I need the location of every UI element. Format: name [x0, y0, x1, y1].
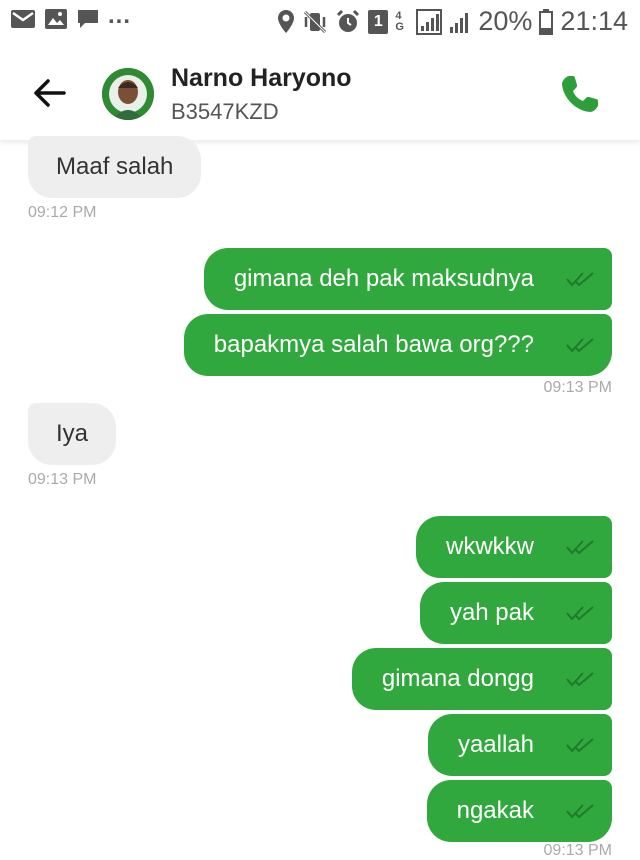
phone-call-icon[interactable] [558, 72, 602, 116]
location-icon [278, 9, 295, 33]
vehicle-plate: B3547KZD [171, 99, 279, 124]
message-timestamp: 09:13 PM [543, 379, 612, 396]
read-ticks-icon [566, 338, 594, 353]
email-icon [11, 10, 35, 28]
alarm-icon [337, 9, 360, 32]
message-timestamp: 09:12 PM [28, 204, 97, 221]
message-timestamp: 09:13 PM [543, 842, 612, 859]
battery-icon [539, 8, 554, 35]
message-text: bapakmya salah bawa org??? [213, 331, 534, 358]
clock: 21:14 [560, 6, 628, 36]
network-type-label: 4G [395, 9, 404, 33]
message-text: yaallah [457, 731, 534, 758]
message-text: Iya [56, 420, 89, 447]
image-icon [45, 9, 67, 29]
system-icons: 1 4G 20% 21:14 [277, 6, 628, 37]
read-ticks-icon [566, 540, 594, 555]
signal-icon-sim2 [450, 12, 469, 33]
outgoing-message-bubble[interactable]: wkwkkw [416, 516, 612, 578]
driver-photo [102, 68, 154, 120]
read-ticks-icon [566, 804, 594, 819]
outgoing-message-bubble[interactable]: bapakmya salah bawa org??? [183, 314, 612, 376]
outgoing-message-bubble[interactable]: gimana dongg [351, 648, 612, 710]
vibrate-mute-icon [304, 10, 327, 33]
incoming-message-bubble[interactable]: Iya [28, 403, 117, 465]
outgoing-message-bubble[interactable]: ngakak [426, 780, 612, 842]
message-text: wkwkkw [446, 533, 534, 560]
read-ticks-icon [566, 738, 594, 753]
message-text: gimana dongg [381, 665, 534, 692]
sim-badge: 1 [368, 9, 389, 34]
message-text: gimana deh pak maksudnya [233, 265, 534, 292]
chat-header: Narno Haryono B3547KZD [0, 44, 640, 141]
back-arrow-icon[interactable] [30, 74, 68, 112]
read-ticks-icon [566, 272, 594, 287]
outgoing-message-bubble[interactable]: yaallah [427, 714, 612, 776]
message-text: yah pak [449, 599, 534, 626]
message-timestamp: 09:13 PM [28, 471, 97, 488]
incoming-message-bubble[interactable]: Maaf salah [28, 136, 202, 198]
notification-icons: ... [10, 2, 131, 30]
outgoing-message-bubble[interactable]: gimana deh pak maksudnya [203, 248, 612, 310]
message-text: ngakak [456, 797, 534, 824]
avatar[interactable] [102, 68, 154, 120]
message-text: Maaf salah [56, 153, 174, 180]
outgoing-message-bubble[interactable]: yah pak [419, 582, 612, 644]
signal-icon-sim1 [416, 8, 443, 35]
contact-name: Narno Haryono [171, 64, 352, 92]
read-ticks-icon [566, 606, 594, 621]
chat-notification-icon [78, 10, 98, 28]
more-notifications-indicator: ... [108, 2, 132, 29]
battery-percentage: 20% [478, 6, 533, 36]
read-ticks-icon [566, 672, 594, 687]
status-bar: ... 1 4G 20% 21:14 [0, 0, 640, 44]
